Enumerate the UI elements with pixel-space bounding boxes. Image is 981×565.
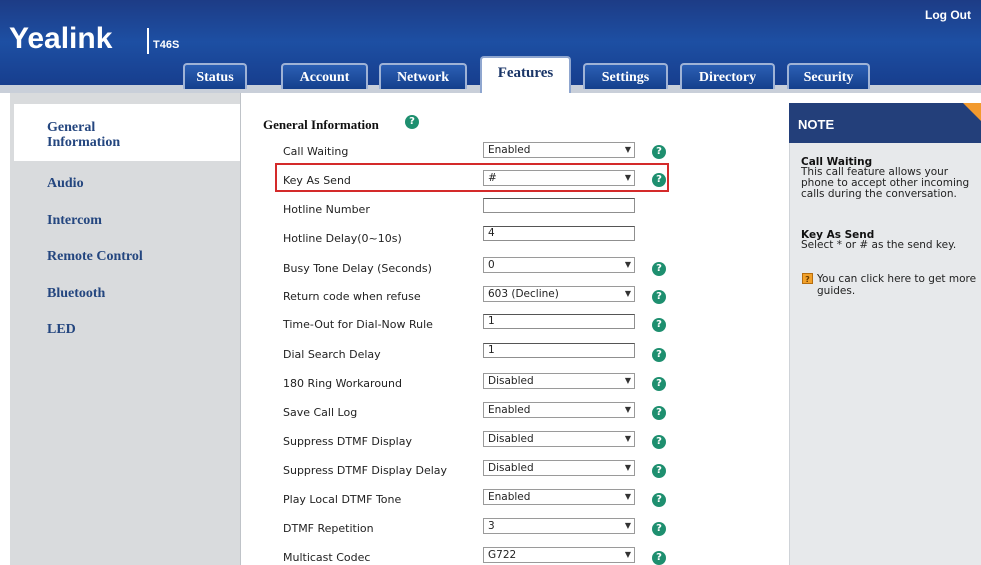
row-label-call-waiting: Call Waiting — [283, 145, 349, 158]
sidebar-item-audio[interactable]: Audio — [47, 176, 84, 192]
chevron-down-icon: ▼ — [624, 173, 631, 182]
sidebar-item-bluetooth[interactable]: Bluetooth — [47, 286, 105, 302]
row-label-play-local-dtmf-tone: Play Local DTMF Tone — [283, 493, 402, 506]
note-call-waiting-text: This call feature allows your phone to a… — [801, 166, 970, 200]
row-label-hotline-number: Hotline Number — [283, 203, 370, 216]
help-icon[interactable]: ? — [652, 318, 666, 332]
select-value: G722 — [488, 549, 517, 561]
hotline-number-input[interactable] — [483, 198, 635, 213]
sidebar-item-intercom[interactable]: Intercom — [47, 213, 102, 229]
logo-divider — [147, 28, 149, 54]
app-frame: Yealink T46S Log Out Status Account Netw… — [0, 0, 981, 565]
row-label-multicast-codec: Multicast Codec — [283, 551, 371, 564]
chevron-down-icon: ▼ — [624, 492, 631, 501]
tab-features[interactable]: Features — [480, 56, 571, 93]
note-guides-link[interactable]: You can click here to get more guides. — [817, 273, 977, 297]
play-local-dtmf-tone-select[interactable]: Enabled ▼ — [483, 489, 635, 505]
suppress-dtmf-display-select[interactable]: Disabled ▼ — [483, 431, 635, 447]
row-label-time-out-dial-now: Time-Out for Dial-Now Rule — [283, 318, 433, 331]
logo-text: Yealink — [9, 22, 113, 55]
note-key-as-send-text: Select * or # as the send key. — [801, 239, 957, 251]
select-value: Enabled — [488, 144, 531, 156]
busy-tone-delay-select[interactable]: 0 ▼ — [483, 257, 635, 273]
help-icon[interactable]: ? — [652, 435, 666, 449]
tab-status[interactable]: Status — [183, 63, 247, 89]
tab-directory[interactable]: Directory — [680, 63, 775, 89]
return-code-select[interactable]: 603 (Decline) ▼ — [483, 286, 635, 302]
sidebar-item-led[interactable]: LED — [47, 322, 76, 338]
chevron-down-icon: ▼ — [624, 145, 631, 154]
save-call-log-select[interactable]: Enabled ▼ — [483, 402, 635, 418]
call-waiting-select[interactable]: Enabled ▼ — [483, 142, 635, 158]
tab-settings[interactable]: Settings — [583, 63, 668, 89]
chevron-down-icon: ▼ — [624, 463, 631, 472]
chevron-down-icon: ▼ — [624, 550, 631, 559]
time-out-dial-now-input[interactable]: 1 — [483, 314, 635, 329]
select-value: Enabled — [488, 404, 531, 416]
select-value: Disabled — [488, 433, 534, 445]
select-value: # — [488, 172, 497, 184]
select-value: 0 — [488, 259, 495, 271]
select-value: 3 — [488, 520, 495, 532]
row-label-180-ring-workaround: 180 Ring Workaround — [283, 377, 402, 390]
help-icon[interactable]: ? — [652, 406, 666, 420]
sidebar-item-remote-control[interactable]: Remote Control — [47, 249, 143, 265]
chevron-down-icon: ▼ — [624, 376, 631, 385]
help-icon[interactable]: ? — [652, 262, 666, 276]
row-label-suppress-dtmf-display: Suppress DTMF Display — [283, 435, 412, 448]
tip-icon: ? — [802, 273, 813, 284]
row-label-save-call-log: Save Call Log — [283, 406, 358, 419]
help-icon[interactable]: ? — [652, 173, 666, 187]
help-icon[interactable]: ? — [652, 493, 666, 507]
help-icon[interactable]: ? — [652, 551, 666, 565]
suppress-dtmf-display-delay-select[interactable]: Disabled ▼ — [483, 460, 635, 476]
chevron-down-icon: ▼ — [624, 260, 631, 269]
multicast-codec-select[interactable]: G722 ▼ — [483, 547, 635, 563]
note-title: NOTE — [798, 117, 835, 132]
tab-account[interactable]: Account — [281, 63, 368, 89]
tab-network[interactable]: Network — [379, 63, 467, 89]
logout-link[interactable]: Log Out — [925, 8, 971, 22]
key-as-send-select[interactable]: # ▼ — [483, 170, 635, 186]
select-value: Disabled — [488, 375, 534, 387]
sidebar — [10, 93, 241, 565]
chevron-down-icon: ▼ — [624, 289, 631, 298]
row-label-dial-search-delay: Dial Search Delay — [283, 348, 381, 361]
row-label-suppress-dtmf-display-delay: Suppress DTMF Display Delay — [283, 464, 448, 477]
note-corner-decoration — [963, 103, 981, 121]
row-label-dtmf-repetition: DTMF Repetition — [283, 522, 374, 535]
select-value: Enabled — [488, 491, 531, 503]
row-label-key-as-send: Key As Send — [283, 174, 351, 187]
help-icon[interactable]: ? — [405, 115, 419, 129]
row-label-hotline-delay: Hotline Delay(0~10s) — [283, 232, 402, 245]
help-icon[interactable]: ? — [652, 145, 666, 159]
chevron-down-icon: ▼ — [624, 521, 631, 530]
tab-security[interactable]: Security — [787, 63, 870, 89]
dial-search-delay-input[interactable]: 1 — [483, 343, 635, 358]
row-label-busy-tone-delay: Busy Tone Delay (Seconds) — [283, 262, 432, 275]
ring-workaround-select[interactable]: Disabled ▼ — [483, 373, 635, 389]
section-title: General Information — [263, 117, 379, 132]
help-icon[interactable]: ? — [652, 377, 666, 391]
help-icon[interactable]: ? — [652, 348, 666, 362]
row-label-return-code: Return code when refuse — [283, 290, 421, 303]
chevron-down-icon: ▼ — [624, 405, 631, 414]
chevron-down-icon: ▼ — [624, 434, 631, 443]
hotline-delay-input[interactable]: 4 — [483, 226, 635, 241]
sidebar-item-general-information[interactable]: General Information — [47, 120, 167, 150]
help-icon[interactable]: ? — [652, 464, 666, 478]
select-value: 603 (Decline) — [488, 288, 559, 300]
model-label: T46S — [153, 39, 180, 51]
help-icon[interactable]: ? — [652, 522, 666, 536]
dtmf-repetition-select[interactable]: 3 ▼ — [483, 518, 635, 534]
select-value: Disabled — [488, 462, 534, 474]
help-icon[interactable]: ? — [652, 290, 666, 304]
